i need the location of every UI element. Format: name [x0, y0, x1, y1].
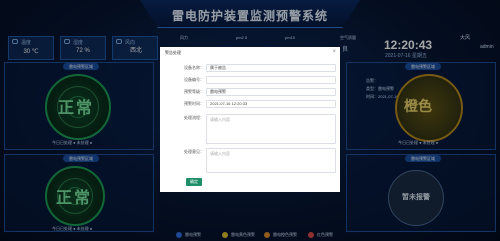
form-row: 处理流程： 请输入内容 [160, 114, 340, 146]
form-row: 设备名称： 属于被告 [160, 64, 340, 72]
dialog-title: 警告处理 [165, 50, 181, 55]
submit-button[interactable]: 确定 [186, 178, 202, 186]
form-row: 处理意见： 请输入内容 [160, 148, 340, 180]
alert-handling-dialog: 警告处理 × 设备名称： 属于被告 设备编号： 预警等级： 雷电预警 预警时间：… [160, 47, 340, 192]
opinion-textarea[interactable]: 请输入内容 [206, 148, 336, 173]
form-row: 预警等级： 雷电预警 [160, 88, 340, 96]
process-textarea[interactable]: 请输入内容 [206, 114, 336, 144]
form-row: 设备编号： [160, 76, 340, 84]
device-name-field[interactable]: 属于被告 [206, 64, 336, 72]
form-row: 预警时间： 2021-07-16 12:20:33 [160, 100, 340, 108]
warning-level-field[interactable]: 雷电预警 [206, 88, 336, 96]
warning-time-field[interactable]: 2021-07-16 12:20:33 [206, 100, 336, 108]
device-id-field[interactable] [206, 76, 336, 84]
close-icon[interactable]: × [332, 49, 336, 55]
